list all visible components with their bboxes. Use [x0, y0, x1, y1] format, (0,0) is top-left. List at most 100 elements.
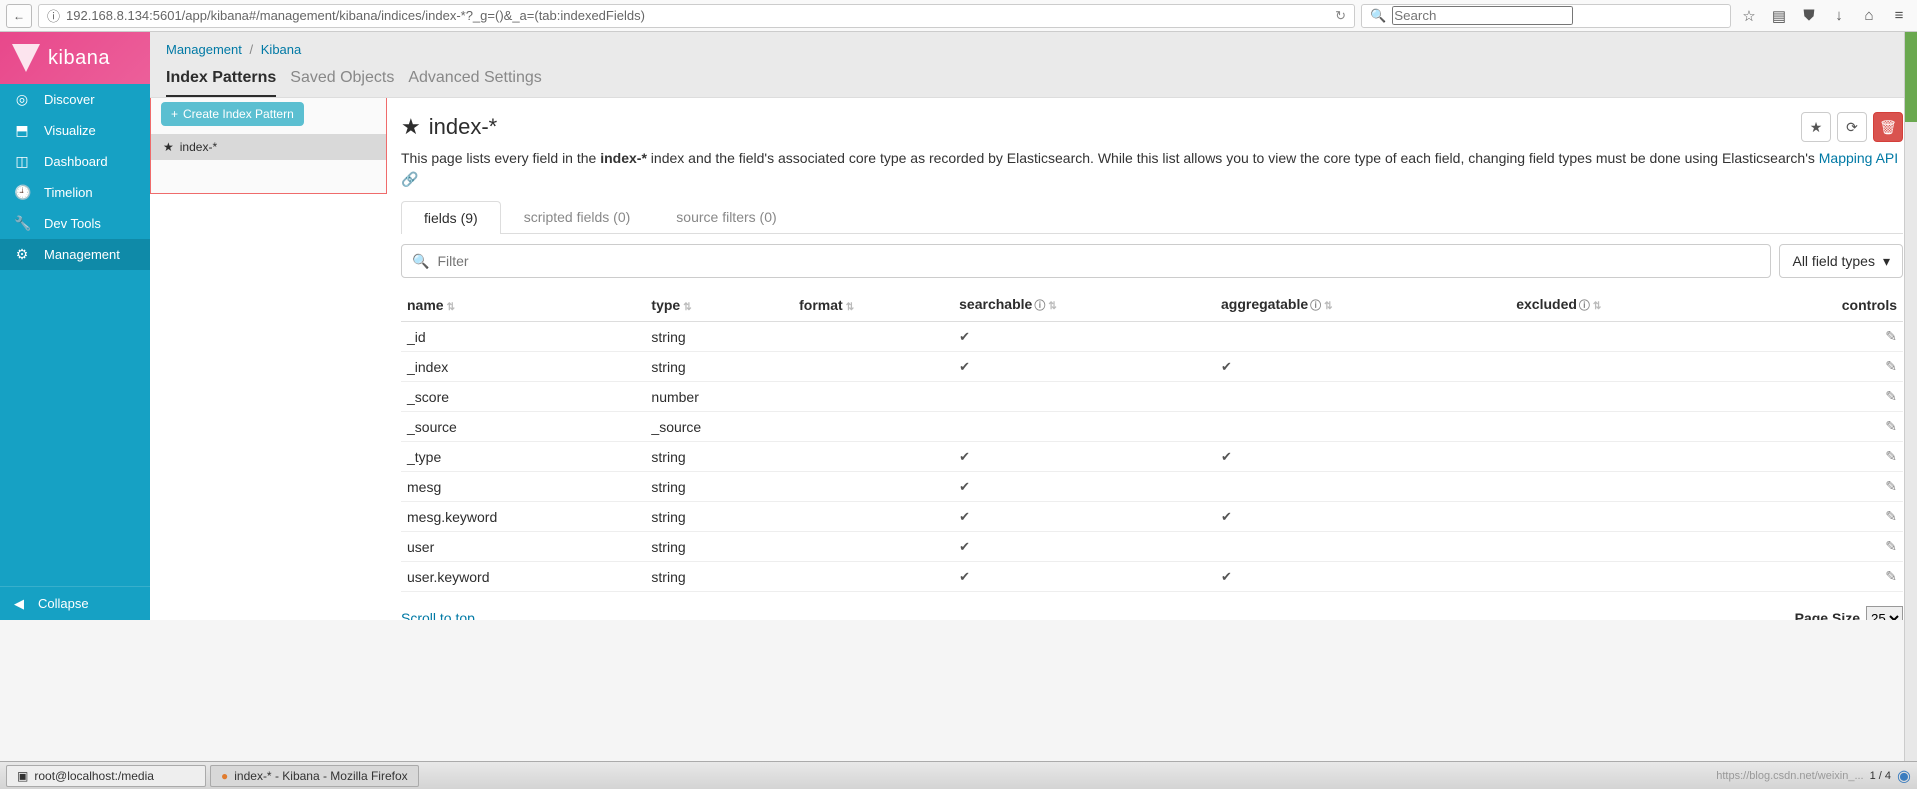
edit-icon[interactable]: ✎	[1885, 388, 1897, 404]
page-header: Management / Kibana Index PatternsSaved …	[150, 32, 1917, 98]
info-icon: ⓘ	[47, 6, 60, 25]
edit-icon[interactable]: ✎	[1885, 478, 1897, 494]
refresh-button[interactable]: ⟳	[1837, 112, 1867, 142]
cell-excluded	[1510, 502, 1742, 532]
check-icon: ✔	[959, 569, 970, 584]
cell-aggregatable	[1215, 472, 1510, 502]
star-outline-icon: ★	[1810, 119, 1823, 136]
sidebar-item-visualize[interactable]: ⬒Visualize	[0, 115, 150, 146]
library-icon[interactable]: ▤	[1767, 4, 1791, 28]
check-icon: ✔	[1221, 359, 1232, 374]
trash-icon: 🗑	[1879, 119, 1897, 136]
tray-icon[interactable]: ◉	[1897, 766, 1911, 786]
url-text: 192.168.8.134:5601/app/kibana#/managemen…	[66, 8, 645, 23]
sidebar: kibana ◎Discover⬒Visualize◫Dashboard🕘Tim…	[0, 32, 150, 620]
downloads-icon[interactable]: ↓	[1827, 4, 1851, 28]
tab-index-patterns[interactable]: Index Patterns	[166, 63, 276, 97]
main-column: Management / Kibana Index PatternsSaved …	[150, 32, 1917, 620]
cell-excluded	[1510, 562, 1742, 592]
sidebar-item-label: Dashboard	[44, 154, 108, 169]
col-type[interactable]: type⇅	[645, 288, 793, 322]
brand-logo[interactable]: kibana	[0, 32, 150, 84]
cell-aggregatable	[1215, 532, 1510, 562]
cell-format	[793, 442, 953, 472]
cell-searchable: ✔	[953, 322, 1215, 352]
menu-icon[interactable]: ≡	[1887, 4, 1911, 28]
page-description: This page lists every field in the index…	[401, 148, 1903, 190]
cell-controls: ✎	[1742, 502, 1903, 532]
title-text: index-*	[429, 114, 497, 140]
cell-controls: ✎	[1742, 352, 1903, 382]
table-row: _indexstring✔✔✎	[401, 352, 1903, 382]
taskbar-firefox[interactable]: ● index-* - Kibana - Mozilla Firefox	[210, 765, 419, 787]
taskbar-terminal[interactable]: ▣ root@localhost:/media	[6, 765, 206, 787]
sidebar-item-label: Dev Tools	[44, 216, 101, 231]
cell-type: number	[645, 382, 793, 412]
tab-saved-objects[interactable]: Saved Objects	[290, 63, 394, 97]
check-icon: ✔	[959, 359, 970, 374]
edit-icon[interactable]: ✎	[1885, 508, 1897, 524]
content-tab[interactable]: scripted fields (0)	[501, 200, 654, 233]
cell-excluded	[1510, 322, 1742, 352]
browser-search-input[interactable]	[1392, 6, 1573, 25]
page-body: + Create Index Pattern ★index-* ★ index-…	[150, 98, 1917, 620]
breadcrumb-kibana[interactable]: Kibana	[261, 42, 301, 57]
filter-input-wrap[interactable]: 🔍	[401, 244, 1771, 278]
cell-type: string	[645, 442, 793, 472]
cell-excluded	[1510, 532, 1742, 562]
cell-controls: ✎	[1742, 412, 1903, 442]
cell-name: _index	[401, 352, 645, 382]
edit-icon[interactable]: ✎	[1885, 568, 1897, 584]
browser-search[interactable]: 🔍	[1361, 4, 1731, 28]
sidebar-item-management[interactable]: ⚙Management	[0, 239, 150, 270]
field-types-dropdown[interactable]: All field types ▾	[1779, 244, 1903, 278]
col-searchable[interactable]: searchableⓘ⇅	[953, 288, 1215, 322]
col-aggregatable[interactable]: aggregatableⓘ⇅	[1215, 288, 1510, 322]
collapse-button[interactable]: ◀ Collapse	[0, 586, 150, 620]
home-icon[interactable]: ⌂	[1857, 4, 1881, 28]
set-default-button[interactable]: ★	[1801, 112, 1831, 142]
edit-icon[interactable]: ✎	[1885, 538, 1897, 554]
edit-icon[interactable]: ✎	[1885, 418, 1897, 434]
scrollbar-thumb[interactable]	[1905, 32, 1917, 122]
col-excluded[interactable]: excludedⓘ⇅	[1510, 288, 1742, 322]
url-bar[interactable]: ⓘ 192.168.8.134:5601/app/kibana#/managem…	[38, 4, 1355, 28]
table-row: user.keywordstring✔✔✎	[401, 562, 1903, 592]
browser-scrollbar[interactable]	[1904, 32, 1917, 761]
cell-format	[793, 562, 953, 592]
filter-input[interactable]	[437, 253, 1760, 269]
sidebar-item-dashboard[interactable]: ◫Dashboard	[0, 146, 150, 177]
sidebar-item-timelion[interactable]: 🕘Timelion	[0, 177, 150, 208]
plus-icon: +	[171, 107, 178, 121]
timelion-icon: 🕘	[14, 184, 30, 201]
edit-icon[interactable]: ✎	[1885, 448, 1897, 464]
breadcrumb-management[interactable]: Management	[166, 42, 242, 57]
page-size-select[interactable]: 25	[1866, 606, 1903, 620]
content-tab[interactable]: fields (9)	[401, 201, 501, 234]
cell-format	[793, 472, 953, 502]
cell-aggregatable: ✔	[1215, 502, 1510, 532]
col-name[interactable]: name⇅	[401, 288, 645, 322]
reload-icon[interactable]: ↻	[1335, 8, 1346, 24]
index-pattern-item[interactable]: ★index-*	[151, 134, 386, 160]
bookmark-icon[interactable]: ☆	[1737, 4, 1761, 28]
edit-icon[interactable]: ✎	[1885, 328, 1897, 344]
cell-controls: ✎	[1742, 562, 1903, 592]
col-format[interactable]: format⇅	[793, 288, 953, 322]
sidebar-item-discover[interactable]: ◎Discover	[0, 84, 150, 115]
cell-format	[793, 532, 953, 562]
cell-searchable: ✔	[953, 502, 1215, 532]
create-index-pattern-button[interactable]: + Create Index Pattern	[161, 102, 304, 126]
cell-searchable: ✔	[953, 532, 1215, 562]
content-tab[interactable]: source filters (0)	[653, 200, 799, 233]
tab-advanced-settings[interactable]: Advanced Settings	[408, 63, 541, 97]
brand-text: kibana	[48, 47, 110, 70]
sidebar-item-devtools[interactable]: 🔧Dev Tools	[0, 208, 150, 239]
delete-button[interactable]: 🗑	[1873, 112, 1903, 142]
content-area: ★ index-* ★ ⟳ 🗑 This page lists every fi…	[387, 98, 1917, 620]
edit-icon[interactable]: ✎	[1885, 358, 1897, 374]
pocket-icon[interactable]: ⛊	[1797, 4, 1821, 28]
scroll-to-top-link[interactable]: Scroll to top	[401, 610, 475, 620]
back-button[interactable]: ←	[6, 4, 32, 28]
page-size-label: Page Size	[1795, 610, 1860, 620]
